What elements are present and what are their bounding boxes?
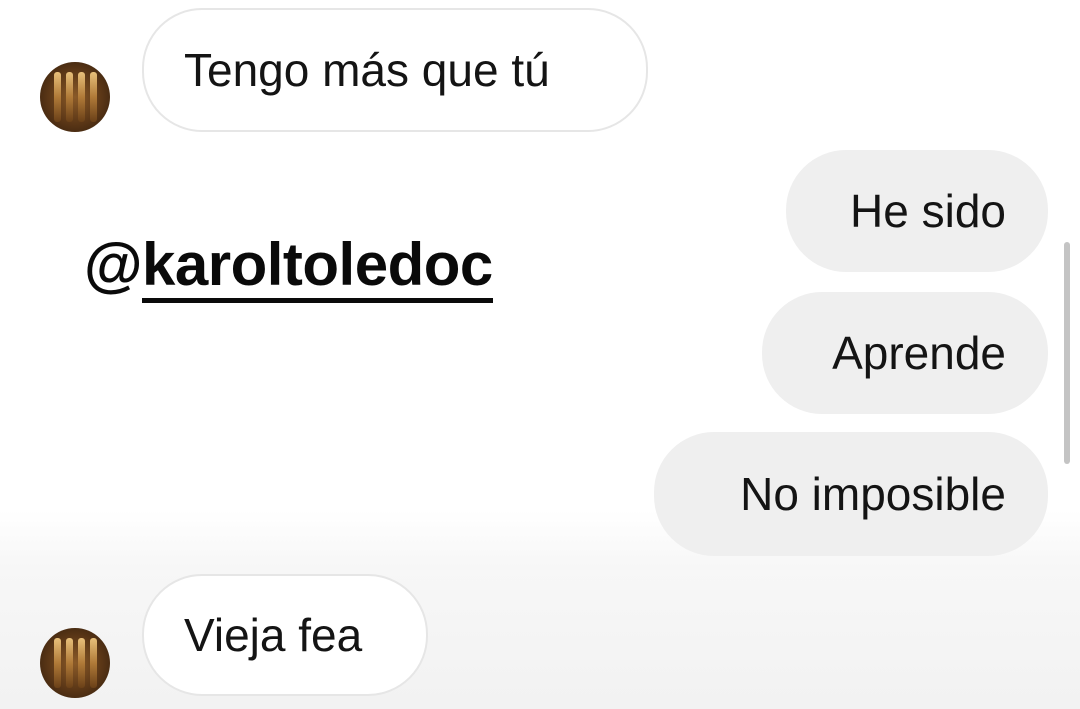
contact-avatar-icon[interactable] [40,628,110,698]
avatar-detail [78,72,85,122]
avatar-detail [90,72,97,122]
avatar-detail [66,638,73,688]
incoming-message-bubble[interactable]: Vieja fea [142,574,428,696]
avatar-detail [54,72,61,122]
sticker-handle: karoltoledoc [142,231,493,303]
message-text: Aprende [832,327,1006,379]
avatar-detail [66,72,73,122]
message-text: Vieja fea [184,609,363,661]
avatar-detail [90,638,97,688]
scrollbar-thumb[interactable] [1064,242,1070,464]
incoming-message-bubble[interactable]: Tengo más que tú [142,8,648,132]
username-sticker[interactable]: @karoltoledoc [84,230,493,303]
avatar-detail [54,638,61,688]
chat-thread: Tengo más que tú @karoltoledoc He sido A… [0,0,1080,709]
message-text: Tengo más que tú [184,44,550,96]
message-text: He sido [850,185,1006,237]
avatar-detail [78,638,85,688]
outgoing-message-bubble[interactable]: Aprende [762,292,1048,414]
outgoing-message-bubble[interactable]: He sido [786,150,1048,272]
contact-avatar-icon[interactable] [40,62,110,132]
message-text: No imposible [740,468,1006,520]
outgoing-message-bubble[interactable]: No imposible [654,432,1048,556]
sticker-at-sign: @ [84,231,143,298]
